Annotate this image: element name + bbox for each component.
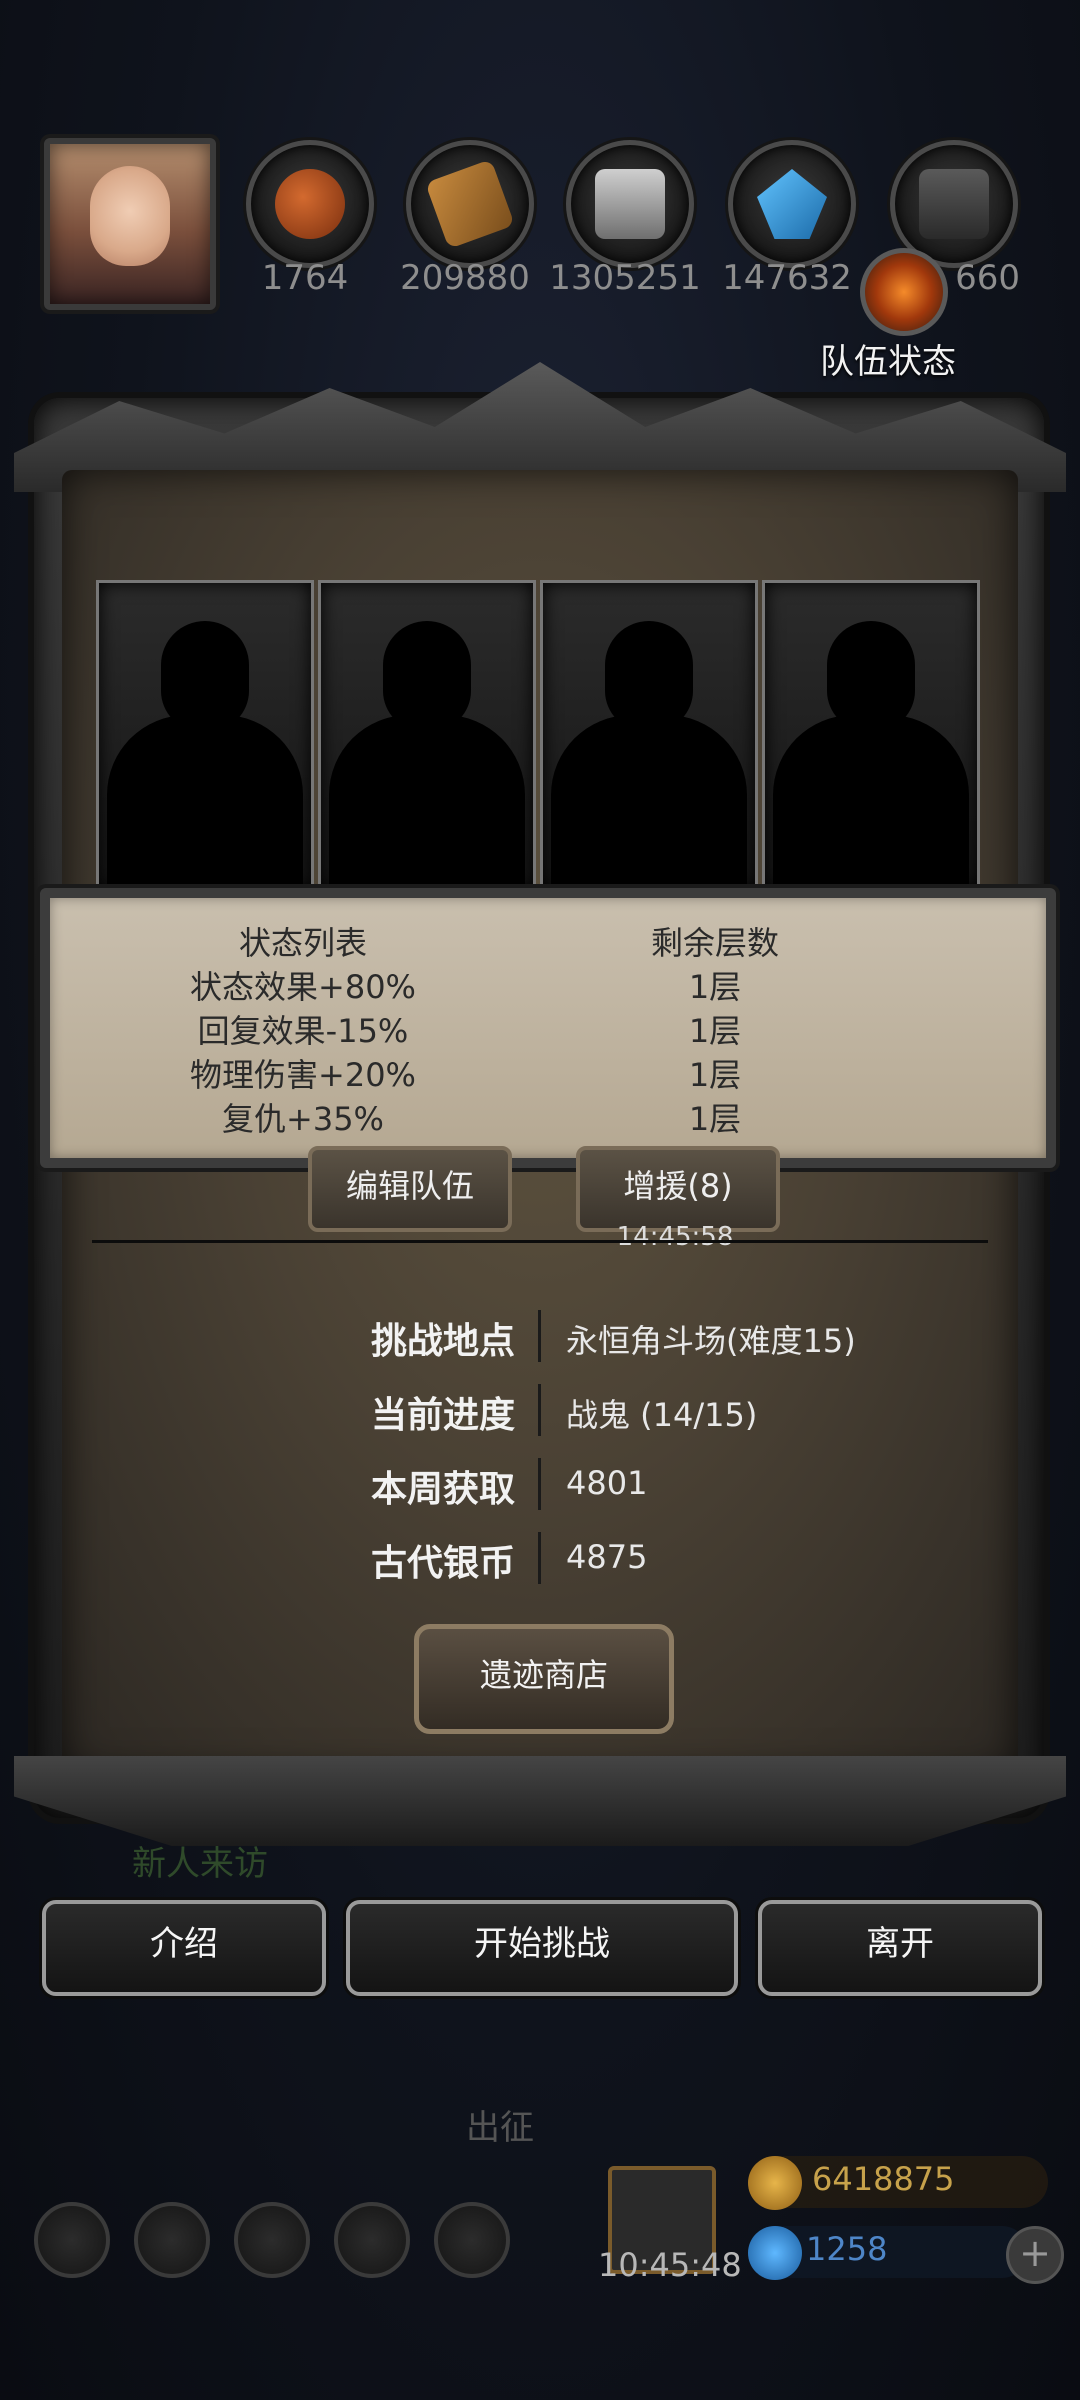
- gift-timer: 10:45:48: [598, 2246, 742, 2284]
- separator: [538, 1532, 541, 1584]
- edit-team-button[interactable]: 编辑队伍: [308, 1146, 512, 1232]
- crystal-count: 147632: [722, 258, 852, 298]
- flame-icon[interactable]: [860, 248, 948, 336]
- reinforce-button[interactable]: 增援(8): [576, 1146, 780, 1232]
- status-layers: 1层: [688, 1100, 742, 1138]
- status-row: 回复效果-15% 1层: [50, 1006, 1046, 1050]
- divider: [92, 1240, 988, 1243]
- status-header: 状态列表 剩余层数: [50, 918, 1046, 962]
- iron-icon[interactable]: [566, 140, 694, 268]
- leave-button[interactable]: 离开: [758, 1900, 1042, 1996]
- hero-slot-4[interactable]: [762, 580, 980, 891]
- mail-icon[interactable]: [334, 2202, 410, 2278]
- team-status-label[interactable]: 队伍状态: [820, 334, 956, 383]
- meat-icon[interactable]: [246, 140, 374, 268]
- start-challenge-button[interactable]: 开始挑战: [346, 1900, 738, 1996]
- gold-coin-icon: [748, 2156, 802, 2210]
- cube-icon[interactable]: [434, 2202, 510, 2278]
- meat-count: 1764: [261, 258, 349, 298]
- gold-value: 6418875: [812, 2160, 955, 2198]
- iron-count: 1305251: [549, 258, 701, 298]
- gem-value: 1258: [806, 2230, 888, 2268]
- status-name: 物理伤害+20%: [190, 1056, 416, 1094]
- location-value: 永恒角斗场(难度15): [566, 1322, 856, 1360]
- hero-slot-2[interactable]: [318, 580, 536, 891]
- intro-button[interactable]: 介绍: [42, 1900, 326, 1996]
- avatar-face: [90, 166, 170, 266]
- shield-icon[interactable]: [234, 2202, 310, 2278]
- hero-slot-3[interactable]: [540, 580, 758, 891]
- panel-bottom-ornament: [14, 1756, 1066, 1846]
- add-gems-button[interactable]: +: [1006, 2226, 1064, 2284]
- wood-icon[interactable]: [406, 140, 534, 268]
- reinforce-timer: 14:45:58: [616, 1222, 734, 1252]
- player-avatar[interactable]: [44, 138, 216, 310]
- ancient-coin-label: 古代银币: [370, 1543, 515, 1584]
- status-layers: 1层: [688, 1012, 742, 1050]
- progress-label: 当前进度: [370, 1395, 515, 1436]
- separator: [538, 1310, 541, 1362]
- gem-icon: [748, 2226, 802, 2280]
- location-label: 挑战地点: [370, 1321, 515, 1362]
- status-row: 物理伤害+20% 1层: [50, 1050, 1046, 1094]
- crystal-icon[interactable]: [728, 140, 856, 268]
- relic-shop-button[interactable]: 遗迹商店: [414, 1624, 674, 1734]
- separator: [538, 1458, 541, 1510]
- status-layers: 1层: [688, 1056, 742, 1094]
- status-row: 复仇+35% 1层: [50, 1094, 1046, 1138]
- status-name: 回复效果-15%: [197, 1012, 409, 1050]
- status-name: 状态效果+80%: [190, 968, 416, 1006]
- status-layers: 1层: [688, 968, 742, 1006]
- ancient-coin-value: 4875: [566, 1538, 648, 1576]
- status-name: 复仇+35%: [222, 1100, 384, 1138]
- hero-slot-1[interactable]: [96, 580, 314, 891]
- progress-value: 战鬼 (14/15): [566, 1396, 758, 1434]
- wood-count: 209880: [400, 258, 530, 298]
- settings-icon[interactable]: [34, 2202, 110, 2278]
- expedition-text: 出征: [466, 2108, 534, 2148]
- status-list-popup: 状态列表 剩余层数 状态效果+80% 1层 回复效果-15% 1层 物理伤害+2…: [40, 888, 1056, 1168]
- status-header-name: 状态列表: [238, 924, 367, 962]
- weekly-value: 4801: [566, 1464, 648, 1502]
- separator: [538, 1384, 541, 1436]
- status-header-layers: 剩余层数: [650, 924, 779, 962]
- status-row: 状态效果+80% 1层: [50, 962, 1046, 1006]
- weekly-label: 本周获取: [370, 1469, 515, 1510]
- star-icon[interactable]: [134, 2202, 210, 2278]
